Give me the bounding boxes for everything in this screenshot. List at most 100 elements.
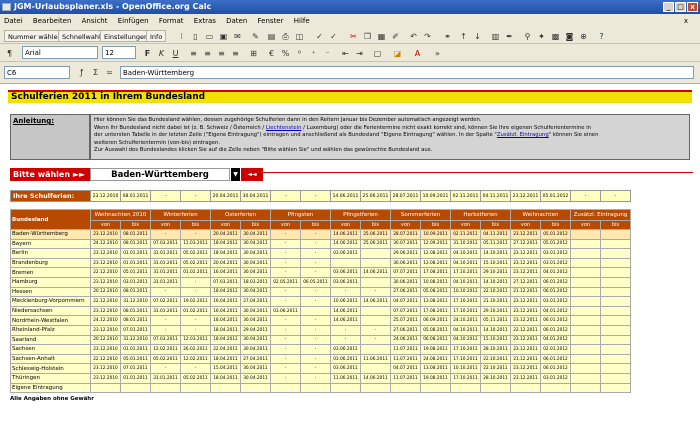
date-cell[interactable]: 16.04.2011: [210, 267, 241, 278]
own-holiday-cell[interactable]: -: [600, 190, 631, 202]
date-cell[interactable]: -: [300, 353, 331, 365]
date-cell[interactable]: -: [180, 286, 211, 298]
date-cell[interactable]: 22.12.2010: [90, 267, 121, 278]
date-cell[interactable]: 04.07.2011: [390, 296, 421, 307]
date-cell[interactable]: 04.10.2011: [450, 324, 481, 336]
date-cell[interactable]: [600, 382, 631, 394]
align-center-icon[interactable]: ≡: [202, 48, 213, 59]
date-cell[interactable]: 22.10.2011: [480, 286, 511, 298]
date-cell[interactable]: 23.12.2010: [90, 276, 121, 288]
schnellwahl-button[interactable]: Schnellwahl: [58, 30, 105, 42]
merge-cells-icon[interactable]: ⊞: [248, 48, 259, 59]
date-cell[interactable]: -: [300, 324, 331, 336]
date-cell[interactable]: 06.08.2011: [420, 334, 451, 346]
date-cell[interactable]: 06.05.2011: [300, 276, 331, 288]
date-cell[interactable]: [570, 382, 601, 394]
date-cell[interactable]: 24.08.2011: [420, 353, 451, 365]
date-cell[interactable]: [360, 305, 391, 317]
date-cell[interactable]: 05.01.2012: [540, 229, 571, 240]
date-cell[interactable]: 05.02.2011: [180, 372, 211, 384]
date-cell[interactable]: -: [300, 286, 331, 298]
date-cell[interactable]: -: [270, 363, 301, 374]
date-cell[interactable]: -: [300, 363, 331, 374]
date-cell[interactable]: 18.04.2011: [210, 286, 241, 298]
date-cell[interactable]: 04.10.2011: [450, 257, 481, 269]
date-cell[interactable]: 24.06.2011: [390, 334, 421, 346]
date-cell[interactable]: 03.06.2011: [330, 363, 361, 374]
date-cell[interactable]: -: [300, 315, 331, 326]
date-cell[interactable]: [570, 372, 601, 384]
date-cell[interactable]: -: [180, 229, 211, 240]
date-cell[interactable]: -: [150, 324, 181, 336]
date-cell[interactable]: 14.06.2011: [360, 372, 391, 384]
own-holiday-cell[interactable]: -: [300, 190, 331, 202]
own-holiday-cell[interactable]: 25.06.2011: [360, 190, 391, 202]
date-cell[interactable]: -: [270, 257, 301, 269]
date-cell[interactable]: 21.12.2011: [510, 353, 541, 365]
bundesland-cell[interactable]: Sachsen: [10, 344, 91, 355]
date-cell[interactable]: 18.04.2011: [210, 353, 241, 365]
font-size-field[interactable]: 12: [102, 46, 136, 59]
date-cell[interactable]: 04.01.2012: [540, 334, 571, 346]
date-cell[interactable]: [600, 238, 631, 250]
date-cell[interactable]: 05.01.2011: [120, 353, 151, 365]
toolbar-options-icon[interactable]: ⁝: [176, 31, 187, 42]
decrease-indent-icon[interactable]: ⇤: [340, 48, 351, 59]
date-cell[interactable]: 14.06.2011: [360, 296, 391, 307]
date-cell[interactable]: 14.06.2011: [330, 315, 361, 326]
date-cell[interactable]: 28.10.2011: [480, 372, 511, 384]
date-cell[interactable]: 12.08.2011: [420, 248, 451, 259]
date-cell[interactable]: 15.10.2011: [480, 257, 511, 269]
formula-icon[interactable]: =: [104, 67, 115, 78]
date-cell[interactable]: [450, 382, 481, 394]
increase-indent-icon[interactable]: ⇥: [354, 48, 365, 59]
date-cell[interactable]: 23.12.2011: [510, 344, 541, 355]
own-holiday-cell[interactable]: 14.06.2011: [330, 190, 361, 202]
date-cell[interactable]: 06.01.2012: [540, 286, 571, 298]
date-cell[interactable]: 10.10.2011: [450, 286, 481, 298]
own-holiday-cell[interactable]: -: [570, 190, 601, 202]
date-cell[interactable]: 28.10.2011: [480, 344, 511, 355]
date-cell[interactable]: [390, 382, 421, 394]
date-cell[interactable]: 13.08.2011: [420, 257, 451, 269]
date-cell[interactable]: 07.03.2011: [150, 334, 181, 346]
toolbar-more-icon[interactable]: »: [432, 48, 443, 59]
date-cell[interactable]: [600, 276, 631, 288]
date-cell[interactable]: 29.04.2011: [240, 324, 271, 336]
date-cell[interactable]: 23.12.2010: [90, 344, 121, 355]
date-cell[interactable]: 11.06.2011: [330, 372, 361, 384]
date-cell[interactable]: 03.06.2011: [330, 353, 361, 365]
date-cell[interactable]: 30.04.2011: [240, 248, 271, 259]
date-cell[interactable]: 05.08.2011: [420, 286, 451, 298]
date-cell[interactable]: 05.01.2011: [120, 267, 151, 278]
open-icon[interactable]: ▭: [204, 31, 215, 42]
date-cell[interactable]: [570, 238, 601, 250]
date-cell[interactable]: [360, 315, 391, 326]
own-holiday-cell[interactable]: 20.04.2011: [210, 190, 241, 202]
date-cell[interactable]: 05.02.2011: [150, 353, 181, 365]
date-cell[interactable]: [600, 286, 631, 298]
bundesland-cell[interactable]: Hessen: [10, 286, 91, 298]
date-cell[interactable]: 23.12.2011: [510, 257, 541, 269]
help-icon[interactable]: ?: [596, 31, 607, 42]
date-cell[interactable]: [360, 248, 391, 259]
date-cell[interactable]: [570, 286, 601, 298]
bundesland-cell[interactable]: Bremen: [10, 267, 91, 278]
date-cell[interactable]: 23.12.2010: [90, 257, 121, 269]
date-cell[interactable]: -: [300, 372, 331, 384]
date-cell[interactable]: 06.01.2012: [540, 353, 571, 365]
date-cell[interactable]: 31.01.2011: [150, 248, 181, 259]
date-cell[interactable]: 08.01.2011: [120, 315, 151, 326]
date-cell[interactable]: 18.04.2011: [210, 324, 241, 336]
date-cell[interactable]: 18.04.2011: [210, 248, 241, 259]
date-cell[interactable]: 23.12.2010: [90, 229, 121, 240]
date-cell[interactable]: 16.04.2011: [210, 296, 241, 307]
date-cell[interactable]: [600, 353, 631, 365]
date-cell[interactable]: -: [300, 267, 331, 278]
align-left-icon[interactable]: ≡: [188, 48, 199, 59]
date-cell[interactable]: 13.08.2011: [420, 296, 451, 307]
bundesland-cell[interactable]: Schleswig-Holstein: [10, 363, 91, 374]
date-cell[interactable]: 23.12.2011: [510, 334, 541, 346]
date-cell[interactable]: [570, 257, 601, 269]
date-cell[interactable]: 11.07.2011: [390, 344, 421, 355]
